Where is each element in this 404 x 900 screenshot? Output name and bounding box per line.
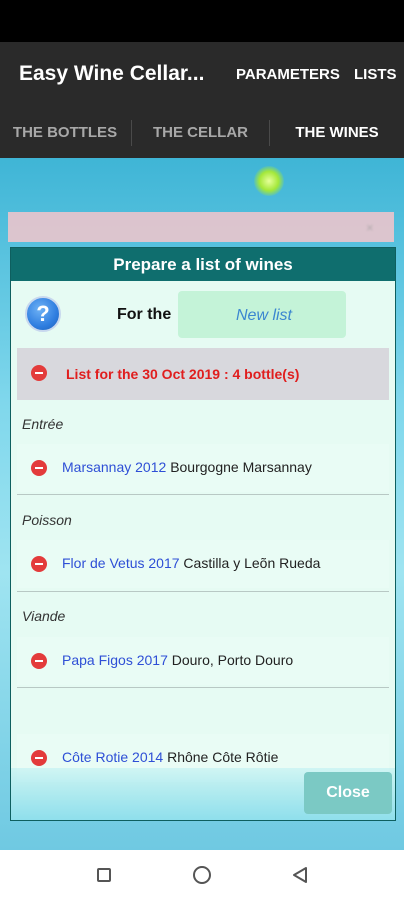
wine-row[interactable]: Flor de Vetus 2017 Castilla y Leõn Rueda <box>17 540 389 588</box>
row-divider <box>17 687 389 688</box>
row-divider <box>17 591 389 592</box>
wine-region: Bourgogne Marsannay <box>170 459 312 475</box>
minus-circle-icon[interactable] <box>31 460 47 476</box>
wine-row[interactable]: Papa Figos 2017 Douro, Porto Douro <box>17 637 389 685</box>
menu-lists[interactable]: LISTS <box>354 66 397 83</box>
wine-name: Flor de Vetus 2017 <box>62 555 180 571</box>
app-title: Easy Wine Cellar... <box>19 62 205 85</box>
section-label-viande: Viande <box>22 608 66 624</box>
tab-bar: THE BOTTLES THE CELLAR THE WINES <box>0 114 404 158</box>
row-divider <box>17 494 389 495</box>
status-bar <box>0 0 404 42</box>
tab-the-cellar[interactable]: THE CELLAR <box>132 114 269 158</box>
wine-region: Rhône Côte Rôtie <box>167 749 279 765</box>
dialog-title: Prepare a list of wines <box>11 248 395 281</box>
wine-text: Côte Rotie 2014 Rhône Côte Rôtie <box>62 749 278 765</box>
list-name-field[interactable] <box>178 291 350 340</box>
wine-name: Côte Rotie 2014 <box>62 749 164 765</box>
section-label-poisson: Poisson <box>22 512 72 528</box>
list-title: List for the 30 Oct 2019 : 4 bottle(s) <box>66 366 300 382</box>
wine-text: Flor de Vetus 2017 Castilla y Leõn Rueda <box>62 555 320 571</box>
circle-icon[interactable] <box>193 866 211 884</box>
tab-the-wines[interactable]: THE WINES <box>270 114 404 158</box>
wine-row[interactable]: Marsannay 2012 Bourgogne Marsannay <box>17 444 389 492</box>
wine-name: Papa Figos 2017 <box>62 652 168 668</box>
wine-region: Castilla y Leõn Rueda <box>183 555 321 571</box>
minus-circle-icon[interactable] <box>31 556 47 572</box>
menu-parameters[interactable]: PARAMETERS <box>236 66 340 83</box>
wine-name: Marsannay 2012 <box>62 459 167 475</box>
section-label-entree: Entrée <box>22 416 64 432</box>
wine-region: Douro, Porto Douro <box>171 652 294 668</box>
triangle-back-icon[interactable] <box>291 866 309 884</box>
question-circle-icon[interactable]: ? <box>25 296 61 332</box>
background-close-icon: × <box>366 220 374 235</box>
tab-the-bottles[interactable]: THE BOTTLES <box>0 114 130 158</box>
wine-text: Papa Figos 2017 Douro, Porto Douro <box>62 652 293 668</box>
minus-circle-icon[interactable] <box>31 653 47 669</box>
close-button[interactable]: Close <box>304 772 392 814</box>
square-icon[interactable] <box>97 868 111 882</box>
app-bar: Easy Wine Cellar... PARAMETERS LISTS <box>0 42 404 114</box>
glow-light-icon <box>254 166 284 196</box>
prepare-list-dialog: Prepare a list of wines ? For the List f… <box>10 247 396 821</box>
for-label: For the <box>117 306 172 323</box>
list-name-input[interactable] <box>178 291 350 340</box>
background-list-header <box>8 212 394 242</box>
wine-text: Marsannay 2012 Bourgogne Marsannay <box>62 459 312 475</box>
minus-circle-icon[interactable] <box>31 365 47 381</box>
minus-circle-icon[interactable] <box>31 750 47 766</box>
